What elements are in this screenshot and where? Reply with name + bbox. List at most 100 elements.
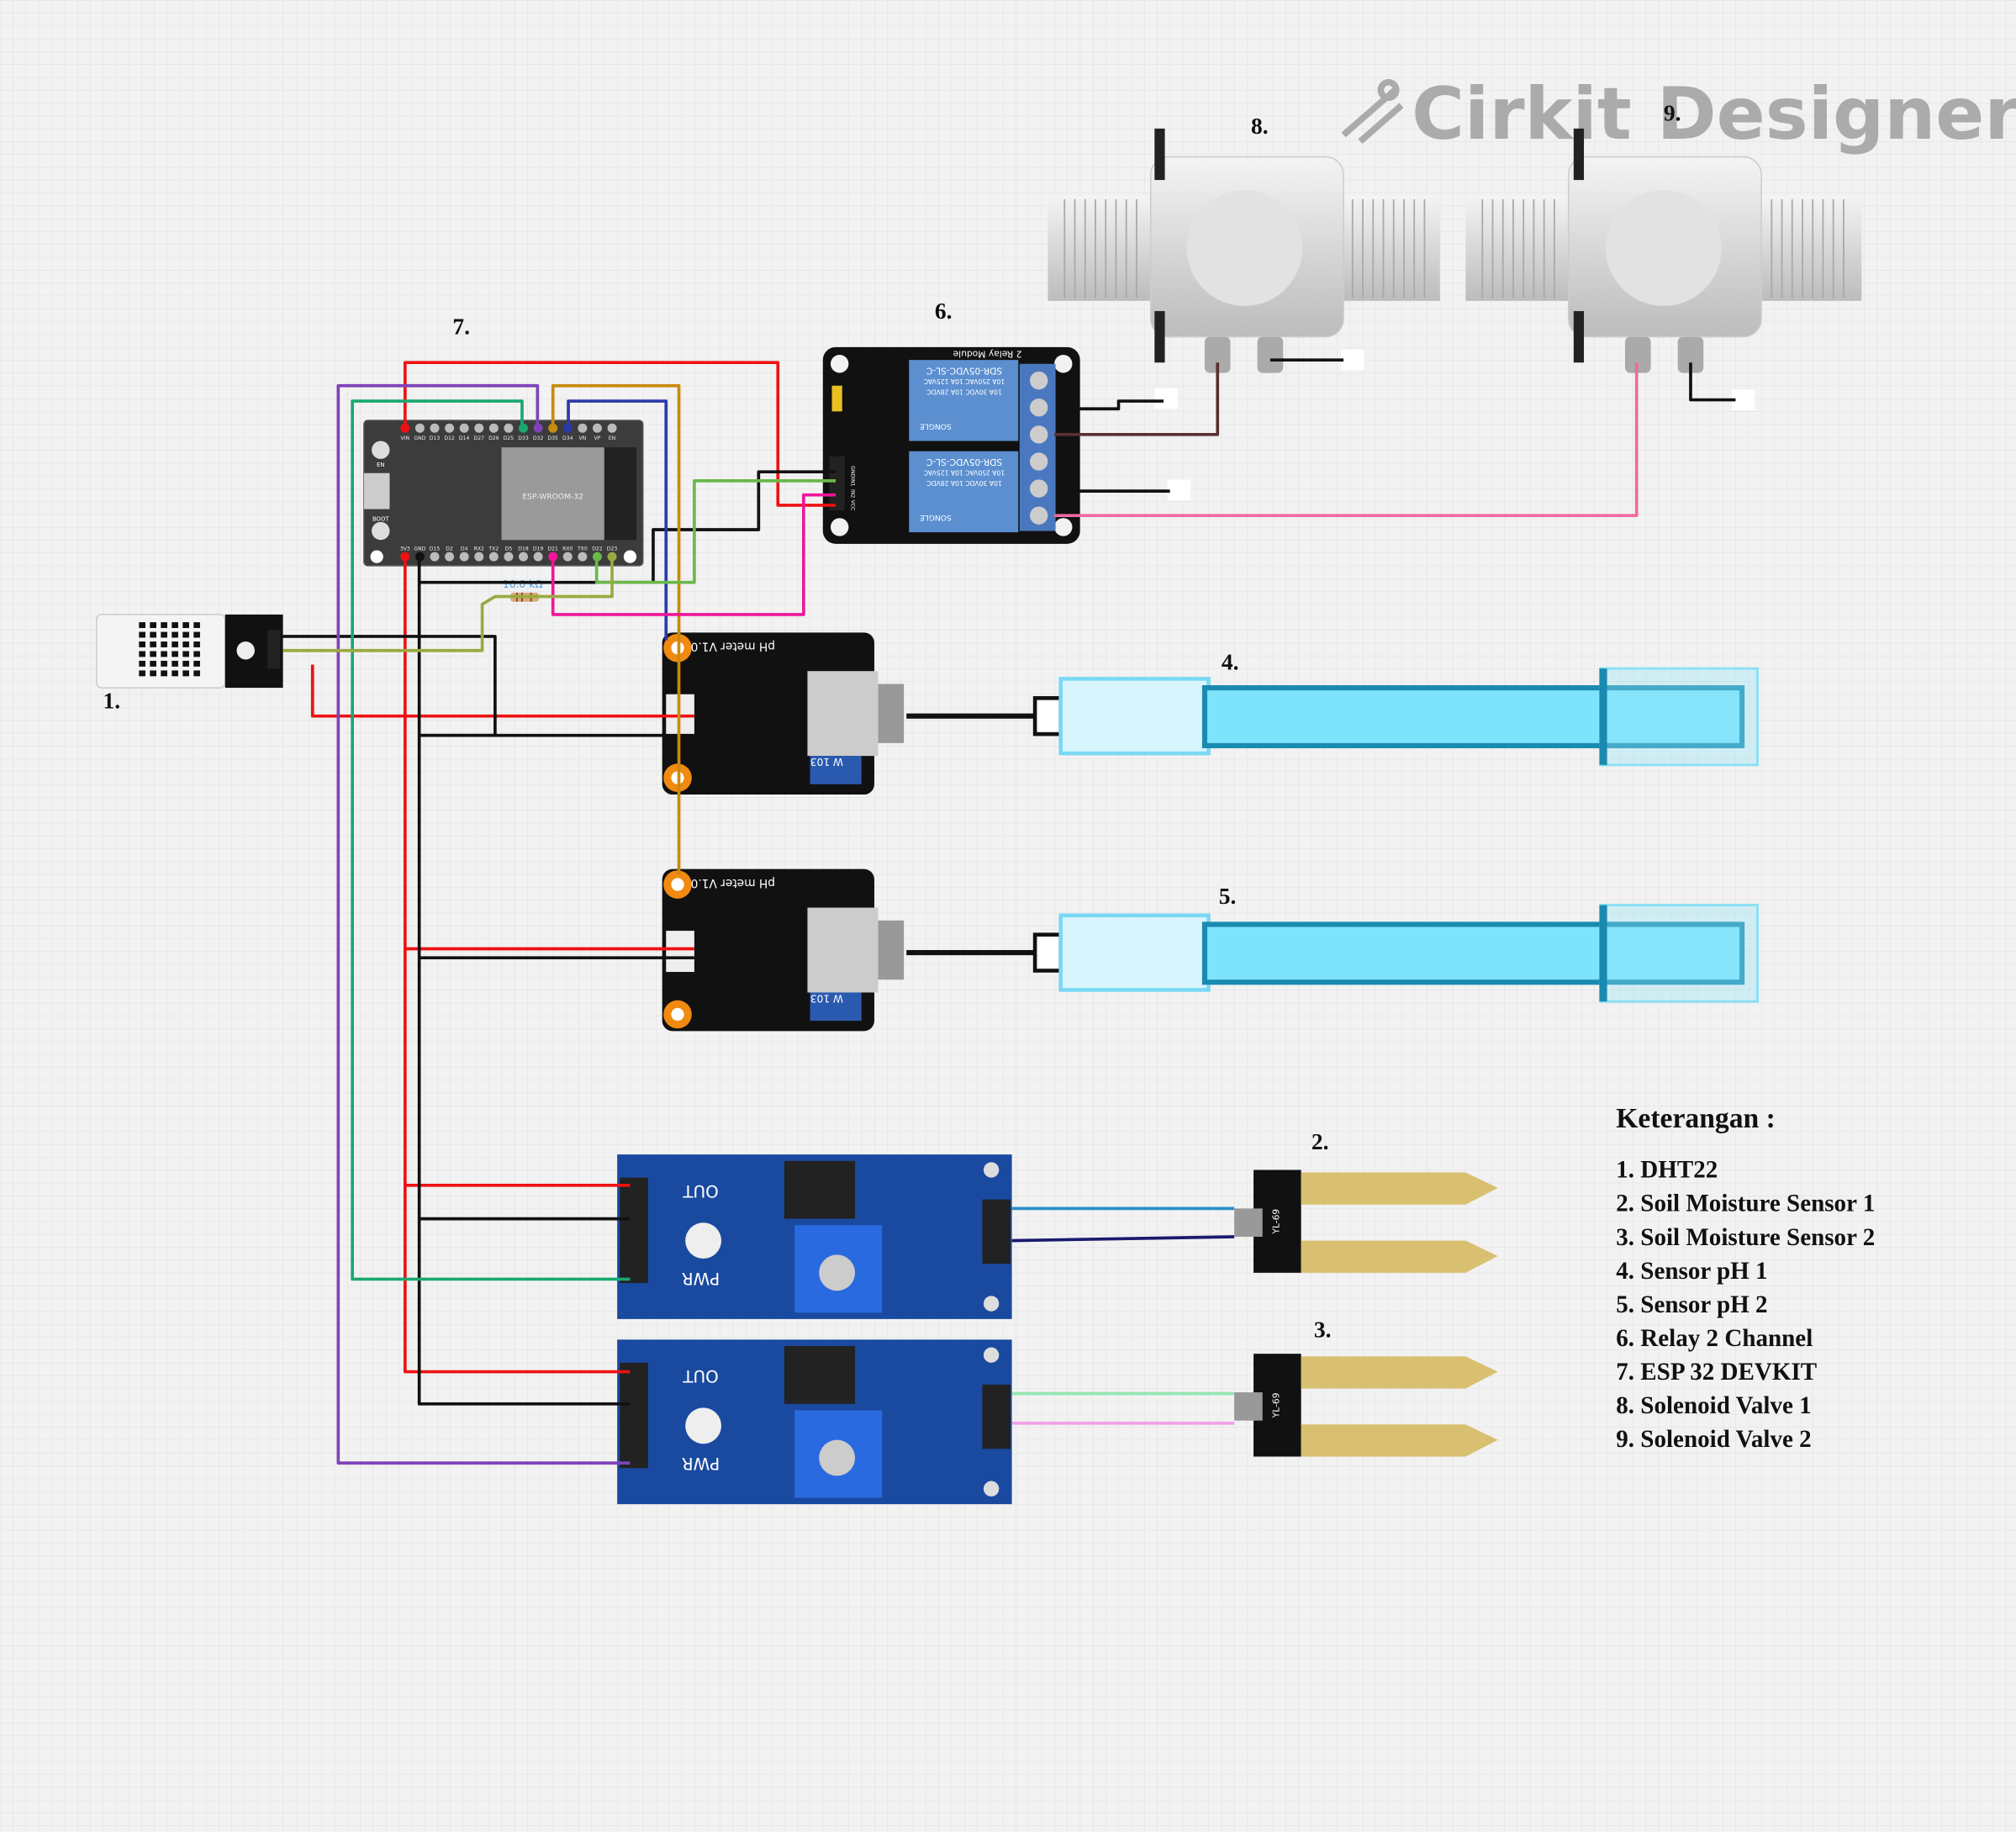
esp32-pin[interactable] xyxy=(414,423,425,433)
label-ph1: 4. xyxy=(1222,649,1239,675)
esp32-pin-label: TX0 xyxy=(577,546,588,552)
esp32-pin[interactable] xyxy=(459,552,469,562)
esp32-pin-label: D4 xyxy=(461,546,468,552)
esp32-pin[interactable] xyxy=(430,552,440,562)
relay-input-vcc: VCC xyxy=(849,500,855,511)
esp32-pin-label: VN xyxy=(578,436,586,441)
label-relay: 6. xyxy=(935,298,953,324)
relay-2-rating-dc: 10A 30VDC 10A 28VDC xyxy=(926,479,1001,487)
esp32-pin[interactable] xyxy=(504,552,514,562)
legend-item: 3. Soil Moisture Sensor 2 xyxy=(1616,1224,1875,1251)
ph-title: pH meter V1.0 xyxy=(691,876,775,890)
esp32-pin-label: D12 xyxy=(444,436,455,441)
boot-button[interactable] xyxy=(372,521,390,541)
usb-port xyxy=(363,473,390,509)
esp32-pin[interactable] xyxy=(607,423,617,433)
relay-2-rating-ac: 10A 250VAC 10A 125VAC xyxy=(924,469,1005,477)
legend-item: 5. Sensor pH 2 xyxy=(1616,1291,1767,1318)
esp32-pin-label: RX0 xyxy=(562,546,573,552)
relay-1-model: SDR-05VDC-SL-C xyxy=(926,365,1002,376)
esp32-pin-label: D27 xyxy=(474,436,485,441)
esp32-pin-label: D21 xyxy=(547,546,558,552)
relay-input-gnd: GND xyxy=(849,466,855,478)
relay-input-in1: IN1 xyxy=(849,478,855,486)
label-soil2: 3. xyxy=(1314,1316,1332,1342)
esp32-pin-label: RX2 xyxy=(474,546,484,552)
esp32-pin[interactable] xyxy=(504,423,514,433)
esp32-pin-label: D33 xyxy=(518,436,529,441)
relay-1-brand: SONGLE xyxy=(920,422,952,431)
esp32-pin-label: TX2 xyxy=(488,546,499,552)
esp32-pin[interactable] xyxy=(578,552,588,562)
esp32-pin-label: D34 xyxy=(562,436,573,441)
esp32-pin-label: D35 xyxy=(547,436,558,441)
relay-2-model: SDR-05VDC-SL-C xyxy=(926,457,1002,467)
esp32-pin[interactable] xyxy=(592,423,602,433)
esp32-pin-label: D13 xyxy=(430,436,441,441)
en-button-label: EN xyxy=(377,462,384,468)
en-button[interactable] xyxy=(372,441,390,459)
legend-item: 2. Soil Moisture Sensor 1 xyxy=(1616,1191,1875,1217)
esp32-pin-label: GND xyxy=(414,436,425,441)
relay-2-channel[interactable]: SDR-05VDC-SL-C 10A 250VAC 10A 125VAC 10A… xyxy=(822,346,1080,544)
esp32-pin[interactable] xyxy=(519,552,529,562)
esp32-pin[interactable] xyxy=(474,423,484,433)
esp32-pin-label: EN xyxy=(609,436,615,441)
probe-label: YL-69 xyxy=(1271,1392,1282,1418)
legend-item: 7. ESP 32 DEVKIT xyxy=(1616,1359,1817,1386)
esp32-pin[interactable] xyxy=(445,423,455,433)
esp32-pin-label: VIN xyxy=(401,436,410,441)
legend-item: 6. Relay 2 Channel xyxy=(1616,1325,1813,1352)
boot-button-label: BOOT xyxy=(372,515,389,522)
esp32-pin[interactable] xyxy=(488,552,499,562)
soil-moisture-module-1[interactable]: OUT PWR xyxy=(617,1154,1012,1319)
esp32-pin-label: D18 xyxy=(518,546,529,552)
esp32-pin[interactable] xyxy=(488,423,499,433)
ph-pot-label: W 103 xyxy=(810,993,843,1005)
legend-item: 9. Solenoid Valve 2 xyxy=(1616,1426,1811,1453)
circuit-canvas: Cirkit Designer ESP-WROOM-32 EN BOOT VIN… xyxy=(0,0,2016,1832)
soil-moisture-module-2[interactable]: OUT PWR xyxy=(617,1339,1012,1505)
resistor-label: 10.0 kΩ xyxy=(503,578,543,590)
esp32-pin[interactable] xyxy=(533,552,543,562)
esp32-pin-label: D25 xyxy=(504,436,515,441)
esp-module-label: ESP-WROOM-32 xyxy=(522,492,583,501)
label-esp32: 7. xyxy=(452,314,470,340)
relay-2-brand: SONGLE xyxy=(920,513,952,522)
legend-item: 4. Sensor pH 1 xyxy=(1616,1258,1767,1285)
label-ph2: 5. xyxy=(1219,883,1237,909)
esp32-pin[interactable] xyxy=(459,423,469,433)
esp32-pin[interactable] xyxy=(562,552,573,562)
dht22-sensor[interactable] xyxy=(96,614,283,689)
legend-title: Keterangan : xyxy=(1616,1103,1776,1134)
esp32-pin-label: D5 xyxy=(505,546,513,552)
relay-1-rating-ac: 10A 250VAC 10A 125VAC xyxy=(924,377,1005,385)
esp32-pin[interactable] xyxy=(474,552,484,562)
esp32-devkit[interactable]: ESP-WROOM-32 EN BOOT VIN 3V3 GND GND D13 D15 D… xyxy=(363,420,644,567)
relay-input-in2: IN2 xyxy=(849,489,855,498)
esp32-pin-label: D22 xyxy=(592,546,603,552)
esp32-pin-label: D15 xyxy=(430,546,441,552)
relay-title: 2 Relay Module xyxy=(953,348,1022,359)
esp32-pin[interactable] xyxy=(445,552,455,562)
ph-title: pH meter V1.0 xyxy=(691,640,775,653)
relay-1-rating-dc: 10A 30VDC 10A 28VDC xyxy=(926,388,1001,395)
label-valve1: 8. xyxy=(1251,113,1269,139)
label-soil1: 2. xyxy=(1311,1128,1329,1154)
esp32-pin[interactable] xyxy=(578,423,588,433)
label-valve2: 9. xyxy=(1664,100,1681,126)
esp32-pin-label: 3V3 xyxy=(400,546,410,552)
esp32-pin-label: D2 xyxy=(446,546,453,552)
soil-out-label: OUT xyxy=(683,1366,719,1386)
label-dht22: 1. xyxy=(103,688,120,714)
probe-label: YL-69 xyxy=(1271,1209,1282,1235)
watermark-text: Cirkit Designer xyxy=(1412,73,2016,156)
esp32-pin-label: D19 xyxy=(533,546,544,552)
soil-pwr-label: PWR xyxy=(682,1454,720,1473)
esp32-pin-label: GND xyxy=(414,546,425,552)
relay-input-header xyxy=(829,456,845,511)
esp32-pin-label: D26 xyxy=(488,436,499,441)
esp32-pin-label: D23 xyxy=(607,546,618,552)
soil-pwr-label: PWR xyxy=(682,1269,720,1288)
esp32-pin[interactable] xyxy=(430,423,440,433)
